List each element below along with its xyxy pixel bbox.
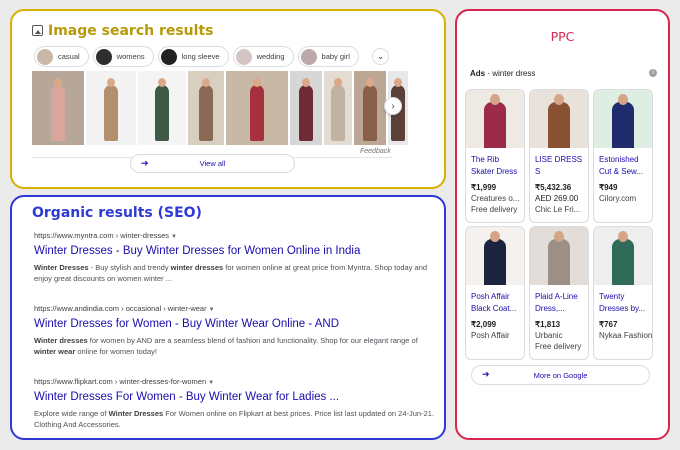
product-price-alt: AED 269.00 (535, 194, 579, 203)
filter-chip[interactable]: womens (92, 46, 154, 67)
image-search-panel: Image search results casual womens long sl… (10, 9, 446, 189)
image-results-row (32, 71, 408, 145)
chip-thumbnail (37, 48, 53, 65)
feedback-link[interactable]: Feedback (360, 148, 391, 155)
caret-down-icon[interactable]: ▼ (208, 380, 214, 386)
chevron-down-icon[interactable]: ⌄ (372, 48, 389, 65)
result-url[interactable]: https://www.flipkart.com › winter-dresse… (34, 377, 434, 386)
product-price: ₹949 (599, 183, 618, 192)
product-image (594, 227, 652, 285)
ads-header: Ads · winter dress (470, 69, 536, 78)
filter-chip[interactable]: long sleeve (157, 46, 229, 67)
chip-thumbnail (235, 48, 252, 65)
chip-label: wedding (256, 52, 285, 61)
product-seller: Posh Affair (471, 331, 510, 340)
product-image (530, 227, 588, 285)
result-title-link[interactable]: Winter Dresses - Buy Winter Dresses for … (34, 245, 434, 257)
image-filter-chips: casual womens long sleeve wedding baby girl (34, 46, 359, 67)
chip-label: womens (116, 52, 145, 61)
product-image (466, 90, 524, 148)
product-image (466, 227, 524, 285)
organic-results-panel: Organic results (SEO) https://www.myntra… (10, 195, 446, 440)
info-icon[interactable]: i (649, 69, 657, 77)
filter-chip[interactable]: casual (34, 46, 89, 67)
product-seller: Creatures o... (471, 194, 520, 203)
view-all-label: View all (199, 159, 226, 168)
product-price: ₹767 (599, 320, 618, 329)
product-title[interactable]: Estonished Cut & Sew... (599, 154, 652, 178)
product-price: ₹1,999 (471, 183, 497, 192)
product-price: ₹5,432.36 (535, 183, 572, 192)
image-result[interactable] (226, 71, 288, 145)
organic-result: https://www.flipkart.com › winter-dresse… (34, 377, 434, 430)
delivery-badge: Free delivery (535, 342, 582, 351)
chip-thumbnail (300, 48, 317, 65)
delivery-badge: Free delivery (471, 205, 518, 214)
chip-label: baby girl (321, 52, 350, 61)
image-result[interactable] (290, 71, 322, 145)
product-ad-card[interactable]: Posh Affair Black Coat... ₹2,099 Posh Affa… (465, 226, 525, 360)
image-result[interactable] (188, 71, 224, 145)
image-panel-title: Image search results (48, 23, 214, 39)
arrow-right-icon: ➔ (482, 369, 490, 379)
product-seller: Nykaa Fashion (599, 331, 652, 340)
more-on-google-button[interactable]: ➔ More on Google (471, 365, 650, 385)
organic-panel-title: Organic results (SEO) (32, 205, 202, 221)
product-title[interactable]: Twenty Dresses by... (599, 291, 652, 315)
product-ad-card[interactable]: LISE DRESS S ₹5,432.36 AED 269.00 Chic Le F… (529, 89, 589, 223)
image-result[interactable] (354, 71, 386, 145)
filter-chip[interactable]: wedding (232, 46, 294, 67)
product-image (594, 90, 652, 148)
product-price: ₹1,813 (535, 320, 561, 329)
arrow-right-icon: ➔ (141, 158, 149, 168)
chevron-right-icon[interactable]: › (384, 97, 402, 115)
product-ad-card[interactable]: Twenty Dresses by... ₹767 Nykaa Fashion (593, 226, 653, 360)
product-seller: Cilory.com (599, 194, 637, 203)
product-seller: Urbanic (535, 331, 563, 340)
result-snippet: Winter Dresses - Buy stylish and trendy … (34, 263, 428, 283)
product-ad-card[interactable]: Estonished Cut & Sew... ₹949 Cilory.com (593, 89, 653, 223)
chip-thumbnail (160, 48, 177, 65)
chip-label: casual (58, 52, 80, 61)
result-snippet: Explore wide range of Winter Dresses For… (34, 409, 435, 429)
image-result[interactable] (32, 71, 84, 145)
product-title[interactable]: LISE DRESS S (535, 154, 588, 178)
image-result[interactable] (138, 71, 186, 145)
result-url[interactable]: https://www.myntra.com › winter-dresses ▼ (34, 231, 434, 240)
caret-down-icon[interactable]: ▼ (171, 234, 177, 240)
product-price: ₹2,099 (471, 320, 497, 329)
ppc-panel: PPC Ads · winter dress i The Rib Skater … (455, 9, 670, 440)
image-result[interactable] (324, 71, 352, 145)
product-title[interactable]: The Rib Skater Dress (471, 154, 524, 178)
image-icon (32, 25, 43, 36)
chip-label: long sleeve (181, 52, 220, 61)
chip-thumbnail (95, 48, 112, 65)
image-result[interactable] (86, 71, 136, 145)
organic-result: https://www.andindia.com › occasional › … (34, 304, 434, 357)
product-title[interactable]: Posh Affair Black Coat... (471, 291, 524, 315)
result-url[interactable]: https://www.andindia.com › occasional › … (34, 304, 434, 313)
organic-result: https://www.myntra.com › winter-dresses ▼… (34, 231, 434, 284)
result-snippet: Winter dresses for women by AND are a se… (34, 336, 418, 356)
product-image (530, 90, 588, 148)
more-on-google-label: More on Google (533, 370, 588, 380)
product-seller: Chic Le Fri... (535, 205, 581, 214)
result-title-link[interactable]: Winter Dresses for Women - Buy Winter We… (34, 318, 434, 330)
caret-down-icon[interactable]: ▼ (209, 307, 215, 313)
ppc-panel-title: PPC (550, 29, 575, 44)
view-all-button[interactable]: ➔ View all (130, 154, 295, 173)
product-ad-card[interactable]: Plaid A-Line Dress,... ₹1,813 Urbanic Free … (529, 226, 589, 360)
filter-chip[interactable]: baby girl (297, 46, 359, 67)
product-ad-card[interactable]: The Rib Skater Dress ₹1,999 Creatures o...… (465, 89, 525, 223)
product-title[interactable]: Plaid A-Line Dress,... (535, 291, 588, 315)
result-title-link[interactable]: Winter Dresses For Women - Buy Winter We… (34, 391, 434, 403)
